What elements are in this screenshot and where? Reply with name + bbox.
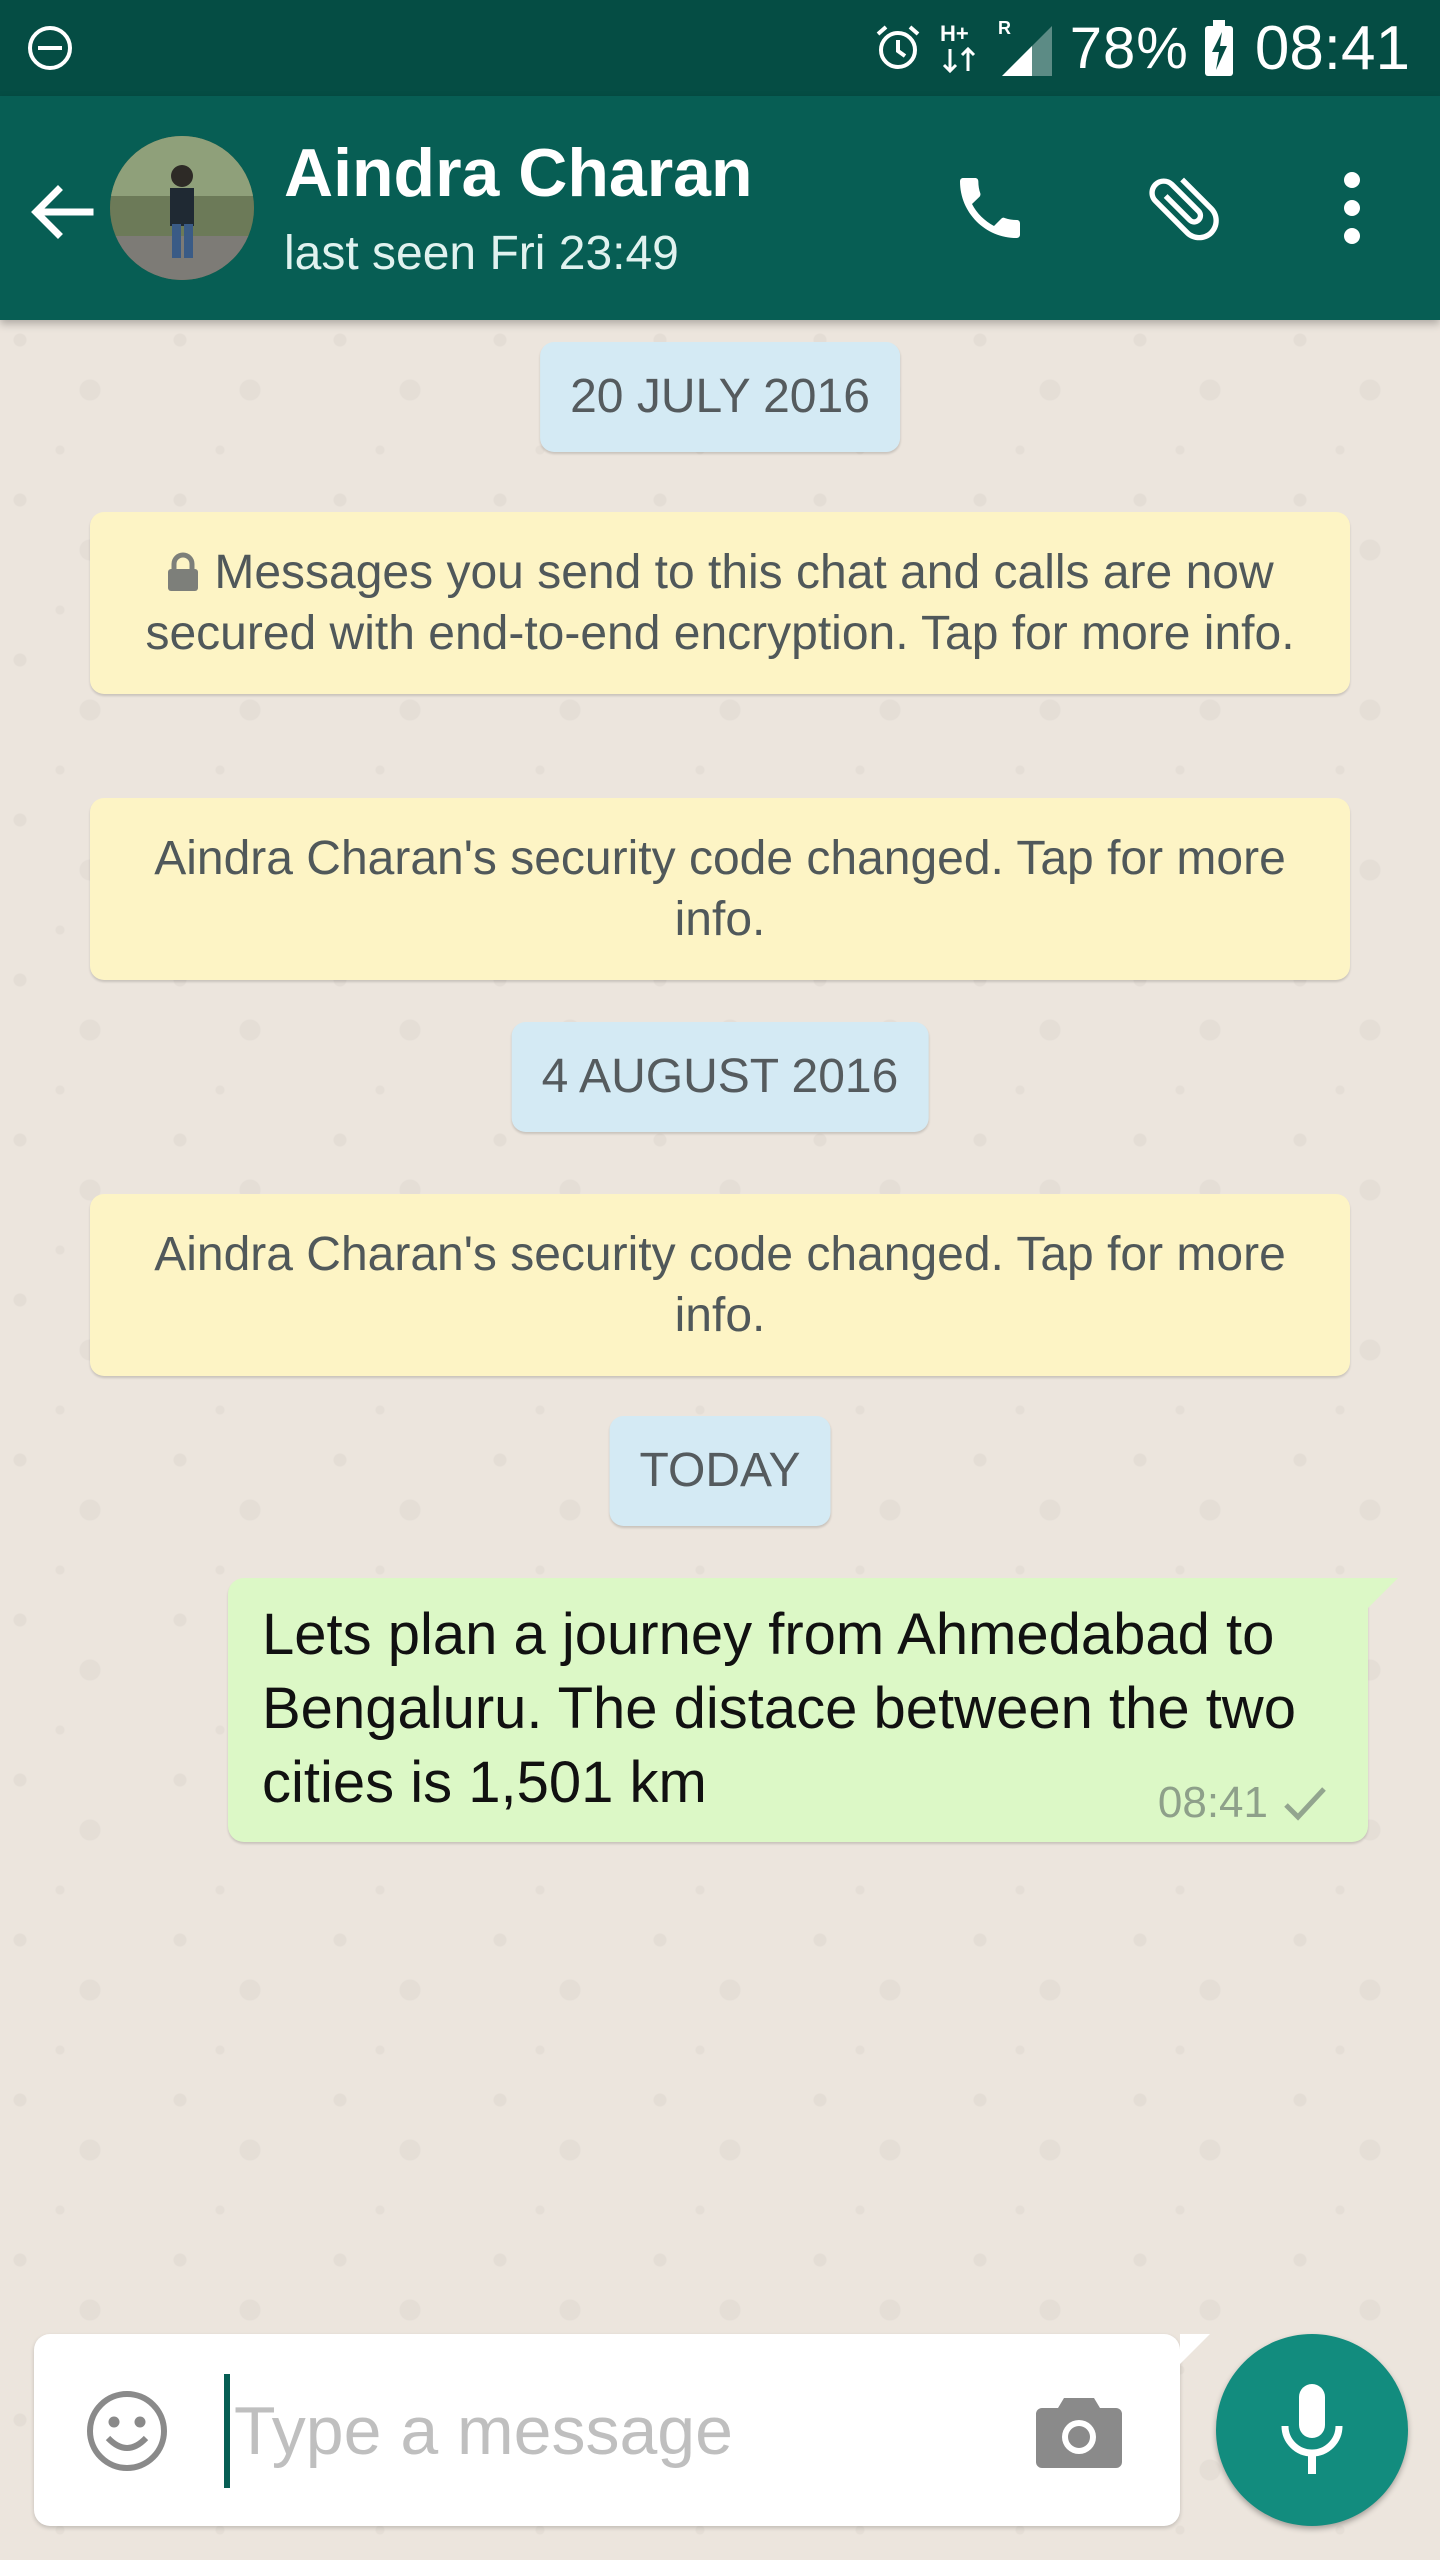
security-code-notice[interactable]: Aindra Charan's security code changed. T… bbox=[90, 798, 1350, 980]
chat-header: Aindra Charan last seen Fri 23:49 bbox=[0, 96, 1440, 320]
date-divider: 20 JULY 2016 bbox=[540, 342, 900, 452]
message-tail bbox=[1368, 1578, 1398, 1608]
alarm-icon bbox=[876, 25, 920, 69]
emoji-icon[interactable] bbox=[84, 2388, 170, 2474]
more-options-button[interactable] bbox=[1302, 158, 1402, 258]
sent-check-icon bbox=[1284, 1787, 1326, 1821]
svg-text:H+: H+ bbox=[940, 21, 969, 46]
encryption-notice[interactable]: Messages you send to this chat and calls… bbox=[90, 512, 1350, 694]
message-list[interactable]: 20 JULY 2016 Messages you send to this c… bbox=[0, 320, 1440, 2320]
lock-icon bbox=[168, 552, 199, 591]
clock: 08:41 bbox=[1254, 13, 1410, 83]
contact-name[interactable]: Aindra Charan bbox=[284, 134, 753, 212]
signal-icon: R bbox=[998, 18, 1052, 76]
encryption-notice-text: Messages you send to this chat and calls… bbox=[145, 546, 1295, 660]
avatar[interactable] bbox=[110, 136, 254, 280]
message-meta: 08:41 bbox=[1158, 1778, 1328, 1828]
camera-icon[interactable] bbox=[1034, 2394, 1124, 2470]
battery-percentage: 78% bbox=[1069, 15, 1189, 81]
svg-text:R: R bbox=[998, 18, 1011, 38]
message-input[interactable] bbox=[224, 2374, 1016, 2488]
back-arrow-icon[interactable] bbox=[22, 172, 102, 252]
message-time: 08:41 bbox=[1157, 1778, 1268, 1827]
voice-record-button[interactable] bbox=[1216, 2334, 1408, 2526]
microphone-icon bbox=[1281, 2384, 1343, 2474]
phone-icon bbox=[960, 178, 1020, 238]
message-composer bbox=[34, 2334, 1210, 2526]
date-divider: TODAY bbox=[609, 1416, 831, 1526]
composer-tail bbox=[1180, 2334, 1210, 2364]
security-code-notice[interactable]: Aindra Charan's security code changed. T… bbox=[90, 1194, 1350, 1376]
attach-button[interactable] bbox=[1134, 158, 1234, 258]
paperclip-icon bbox=[1149, 177, 1219, 241]
status-bar: H+ R 78% 08:41 bbox=[0, 0, 1440, 96]
date-divider: 4 AUGUST 2016 bbox=[511, 1022, 929, 1132]
do-not-disturb-icon bbox=[28, 26, 72, 70]
last-seen-status[interactable]: last seen Fri 23:49 bbox=[284, 226, 679, 281]
h-plus-data-icon: H+ bbox=[940, 21, 975, 74]
call-button[interactable] bbox=[940, 158, 1040, 258]
battery-charging-icon bbox=[1204, 20, 1233, 76]
outgoing-message[interactable]: Lets plan a journey from Ahmedabad to Be… bbox=[228, 1578, 1398, 1842]
more-vert-icon bbox=[1344, 172, 1360, 244]
